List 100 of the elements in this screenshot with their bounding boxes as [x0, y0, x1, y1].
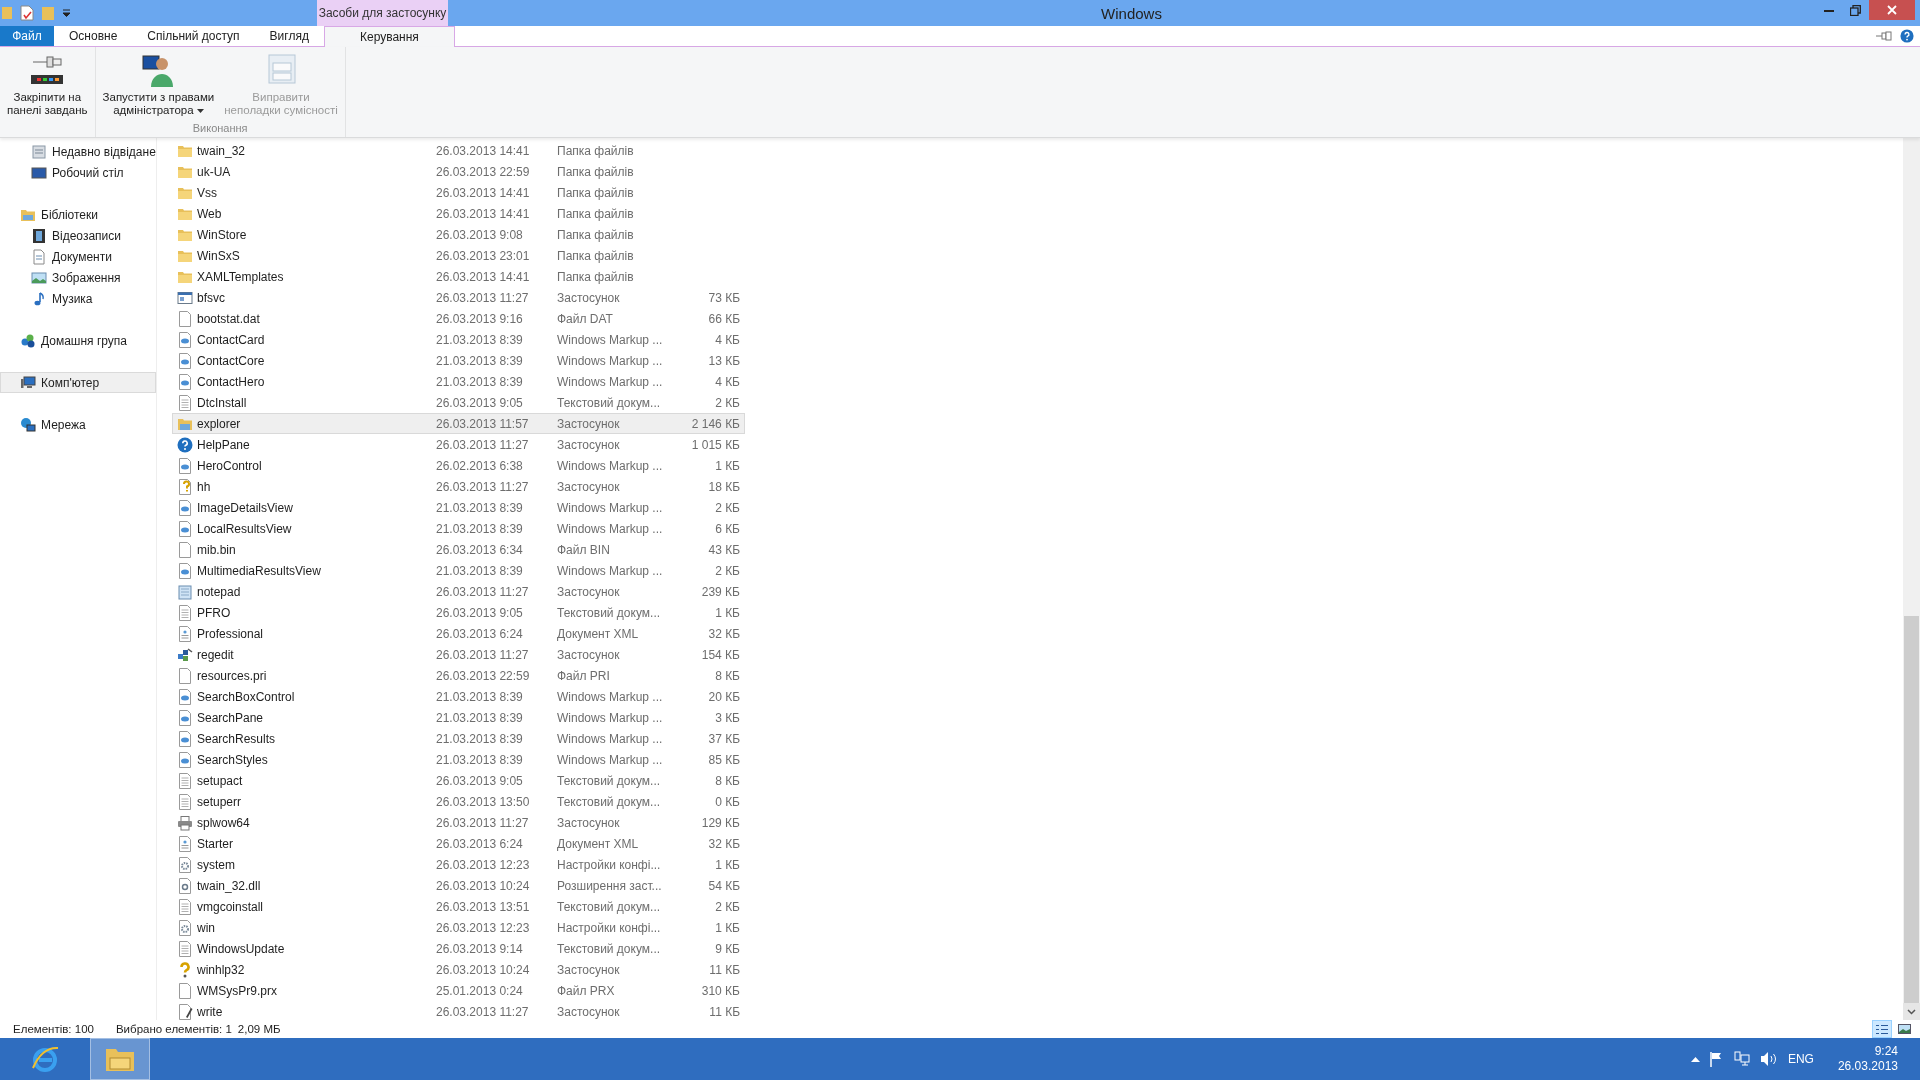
flag-icon[interactable]	[1709, 1051, 1724, 1067]
pin-icon[interactable]	[1876, 31, 1892, 41]
file-row[interactable]: SearchStyles 21.03.2013 8:39 Windows Markup ... 85 КБ	[172, 749, 745, 770]
file-type: Текстовий докум...	[557, 794, 662, 809]
file-row[interactable]: Starter 26.03.2013 6:24 Документ XML 32 КБ	[172, 833, 745, 854]
ribbon-tab[interactable]: Файл	[0, 26, 54, 46]
file-row[interactable]: bfsvc 26.03.2013 11:27 Застосунок 73 КБ	[172, 287, 745, 308]
scroll-down-button[interactable]	[1903, 1003, 1920, 1020]
file-row[interactable]: mib.bin 26.03.2013 6:34 Файл BIN 43 КБ	[172, 539, 745, 560]
file-row[interactable]: system 26.03.2013 12:23 Настройки конфі... 1 КБ	[172, 854, 745, 875]
file-type: Windows Markup ...	[557, 689, 664, 704]
file-row[interactable]: WinSxS 26.03.2013 23:01 Папка файлів	[172, 245, 745, 266]
file-row[interactable]: bootstat.dat 26.03.2013 9:16 Файл DAT 66 КБ	[172, 308, 745, 329]
file-row[interactable]: resources.pri 26.03.2013 22:59 Файл PRI 8 КБ	[172, 665, 745, 686]
file-size: 1 КБ	[714, 857, 741, 872]
file-row[interactable]: MultimediaResultsView 21.03.2013 8:39 Windows Markup ... 2 КБ	[172, 560, 745, 581]
nav-item[interactable]: Музика	[0, 288, 156, 309]
file-type: Текстовий докум...	[557, 899, 662, 914]
file-name: ContactCore	[196, 353, 266, 368]
file-row[interactable]: hh 26.03.2013 11:27 Застосунок 18 КБ	[172, 476, 745, 497]
network-icon[interactable]	[1733, 1051, 1750, 1067]
nav-item[interactable]: Відеозаписи	[0, 225, 156, 246]
file-row[interactable]: HelpPane 26.03.2013 11:27 Застосунок 1 015 КБ	[172, 434, 745, 455]
file-date: 21.03.2013 8:39	[436, 521, 524, 536]
recent-places-icon	[31, 143, 47, 160]
customize-caret-icon[interactable]	[62, 9, 71, 17]
properties-icon[interactable]	[20, 5, 34, 21]
details-view-button[interactable]	[1872, 1020, 1892, 1038]
file-row[interactable]: ImageDetailsView 21.03.2013 8:39 Windows Markup ... 2 КБ	[172, 497, 745, 518]
ribbon-button[interactable]: Закріпити на панелі завдань	[2, 51, 93, 122]
file-row[interactable]: twain_32 26.03.2013 14:41 Папка файлів	[172, 140, 745, 161]
file-row[interactable]: uk-UA 26.03.2013 22:59 Папка файлів	[172, 161, 745, 182]
nav-item[interactable]: Недавно відвідане	[0, 141, 156, 162]
nav-item[interactable]: Мережа	[0, 414, 156, 435]
file-row[interactable]: ContactCard 21.03.2013 8:39 Windows Markup ... 4 КБ	[172, 329, 745, 350]
file-name: HeroControl	[196, 458, 263, 473]
file-row[interactable]: WinStore 26.03.2013 9:08 Папка файлів	[172, 224, 745, 245]
file-row[interactable]: setupact 26.03.2013 9:05 Текстовий докум... 8 КБ	[172, 770, 745, 791]
input-language[interactable]: ENG	[1787, 1052, 1814, 1066]
file-row[interactable]: ContactCore 21.03.2013 8:39 Windows Markup ... 13 КБ	[172, 350, 745, 371]
file-row[interactable]: win 26.03.2013 12:23 Настройки конфі... 1 КБ	[172, 917, 745, 938]
file-row[interactable]: WindowsUpdate 26.03.2013 9:14 Текстовий докум... 9 КБ	[172, 938, 745, 959]
file-row[interactable]: XAMLTemplates 26.03.2013 14:41 Папка файлів	[172, 266, 745, 287]
file-row[interactable]: PFRO 26.03.2013 9:05 Текстовий докум... 1 КБ	[172, 602, 745, 623]
file-type: Windows Markup ...	[557, 374, 664, 389]
file-size: 239 КБ	[700, 584, 741, 599]
file-date: 26.02.2013 6:38	[436, 458, 524, 473]
file-row[interactable]: explorer 26.03.2013 11:57 Застосунок 2 146 КБ	[172, 413, 745, 434]
markup-file-icon	[177, 562, 193, 579]
file-row[interactable]: SearchPane 21.03.2013 8:39 Windows Markup ... 3 КБ	[172, 707, 745, 728]
nav-item[interactable]: Комп'ютер	[0, 372, 156, 393]
file-date: 21.03.2013 8:39	[436, 710, 524, 725]
file-size: 310 КБ	[700, 983, 741, 998]
details-list-icon	[1876, 1023, 1888, 1035]
file-row[interactable]: SearchBoxControl 21.03.2013 8:39 Windows Markup ... 20 КБ	[172, 686, 745, 707]
file-row[interactable]: ContactHero 21.03.2013 8:39 Windows Markup ... 4 КБ	[172, 371, 745, 392]
blank-file-icon	[177, 667, 193, 684]
file-row[interactable]: Vss 26.03.2013 14:41 Папка файлів	[172, 182, 745, 203]
nav-item[interactable]: Документи	[0, 246, 156, 267]
vertical-scrollbar[interactable]	[1903, 138, 1920, 1020]
file-type: Файл DAT	[557, 311, 614, 326]
file-row[interactable]: notepad 26.03.2013 11:27 Застосунок 239 КБ	[172, 581, 745, 602]
file-row[interactable]: WMSysPr9.prx 25.01.2013 0:24 Файл PRX 310 КБ	[172, 980, 745, 1001]
file-name: XAMLTemplates	[196, 269, 285, 284]
file-type: Папка файлів	[557, 164, 635, 179]
ribbon-button[interactable]: Запустити з правами адміністратора	[97, 51, 220, 122]
file-row[interactable]: DtcInstall 26.03.2013 9:05 Текстовий докум... 2 КБ	[172, 392, 745, 413]
file-row[interactable]: setuperr 26.03.2013 13:50 Текстовий докум... 0 КБ	[172, 791, 745, 812]
file-row[interactable]: SearchResults 21.03.2013 8:39 Windows Markup ... 37 КБ	[172, 728, 745, 749]
markup-file-icon	[177, 709, 193, 726]
help-icon[interactable]	[1900, 29, 1914, 43]
scrollbar-thumb[interactable]	[1904, 615, 1919, 1003]
file-row[interactable]: twain_32.dll 26.03.2013 10:24 Розширення заст... 54 КБ	[172, 875, 745, 896]
file-date: 21.03.2013 8:39	[436, 689, 524, 704]
file-row[interactable]: Professional 26.03.2013 6:24 Документ XML 32 КБ	[172, 623, 745, 644]
nav-item[interactable]: Робочий стіл	[0, 162, 156, 183]
file-row[interactable]: vmgcoinstall 26.03.2013 13:51 Текстовий докум... 2 КБ	[172, 896, 745, 917]
file-row[interactable]: LocalResultsView 21.03.2013 8:39 Windows Markup ... 6 КБ	[172, 518, 745, 539]
file-row[interactable]: HeroControl 26.02.2013 6:38 Windows Markup ... 1 КБ	[172, 455, 745, 476]
close-button[interactable]	[1869, 0, 1915, 20]
file-row[interactable]: winhlp32 26.03.2013 10:24 Застосунок 11 КБ	[172, 959, 745, 980]
gear-file-icon	[177, 856, 193, 873]
ribbon-tab[interactable]: Керування	[323, 26, 455, 47]
file-row[interactable]: regedit 26.03.2013 11:27 Застосунок 154 КБ	[172, 644, 745, 665]
show-hidden-icons-icon[interactable]	[1690, 1056, 1700, 1062]
markup-file-icon	[177, 520, 193, 537]
file-name: ImageDetailsView	[196, 500, 294, 515]
clock[interactable]: 9:24 26.03.2013	[1837, 1044, 1898, 1074]
file-type: Текстовий докум...	[557, 941, 662, 956]
file-date: 26.03.2013 11:57	[436, 416, 530, 431]
nav-item[interactable]: Бібліотеки	[0, 204, 156, 225]
volume-icon[interactable]	[1759, 1051, 1778, 1067]
text-file-icon	[177, 394, 193, 411]
file-row[interactable]: splwow64 26.03.2013 11:27 Застосунок 129 КБ	[172, 812, 745, 833]
file-row[interactable]: Web 26.03.2013 14:41 Папка файлів	[172, 203, 745, 224]
nav-item[interactable]: Зображення	[0, 267, 156, 288]
nav-item[interactable]: Домашня група	[0, 330, 156, 351]
file-date: 26.03.2013 9:05	[436, 773, 524, 788]
file-row[interactable]: write 26.03.2013 11:27 Застосунок 11 КБ	[172, 1001, 745, 1022]
file-size: 43 КБ	[707, 542, 741, 557]
